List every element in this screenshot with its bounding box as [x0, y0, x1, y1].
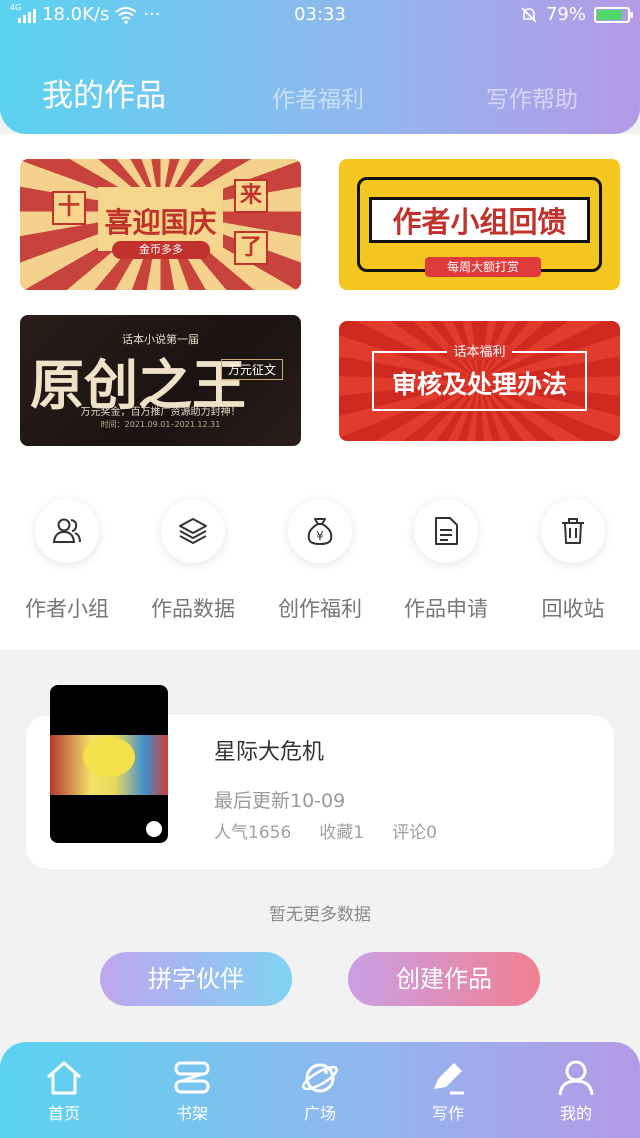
nav-write[interactable]: 写作: [408, 1058, 488, 1124]
cover-badge-icon: [146, 821, 162, 837]
profile-icon: [558, 1060, 594, 1096]
work-popularity: 人气1656: [214, 823, 292, 843]
quick-action-work-data[interactable]: 作品数据: [130, 499, 256, 623]
svg-text:¥: ¥: [316, 529, 324, 543]
quick-action-label: 作者小组: [25, 597, 109, 621]
work-favorites: 收藏1: [319, 823, 365, 843]
banner-review-rules[interactable]: 话本福利 审核及处理办法: [339, 321, 620, 441]
quick-action-label: 作品数据: [151, 597, 235, 621]
quick-action-label: 作品申请: [404, 597, 488, 621]
layers-icon: [179, 518, 207, 544]
document-icon: [435, 517, 458, 545]
status-bar: 4G 18.0K/s ··· 03:33 79%: [0, 0, 640, 32]
battery-percent: 79%: [545, 4, 586, 25]
quick-action-recycle-bin[interactable]: 回收站: [510, 499, 636, 623]
nav-label: 首页: [47, 1104, 80, 1123]
nav-home[interactable]: 首页: [24, 1058, 104, 1124]
battery-icon: [594, 6, 633, 23]
nav-label: 写作: [431, 1104, 464, 1123]
banner-top-text: 话本福利: [447, 345, 512, 360]
work-cover[interactable]: [50, 685, 168, 843]
money-bag-icon: ¥: [307, 518, 333, 546]
nav-plaza[interactable]: 广场: [280, 1058, 360, 1124]
quick-action-author-group[interactable]: 作者小组: [4, 499, 130, 623]
banner-title: 审核及处理办法: [391, 370, 567, 399]
banner-subtitle: 每周大额打赏: [425, 257, 541, 277]
home-icon: [47, 1061, 81, 1095]
tab-author-benefits[interactable]: 作者福利: [272, 80, 364, 114]
nav-label: 书架: [175, 1104, 208, 1123]
quick-action-work-application[interactable]: 作品申请: [383, 499, 509, 623]
trash-icon: [562, 518, 584, 544]
pen-icon: [434, 1063, 464, 1095]
nav-profile[interactable]: 我的: [536, 1058, 616, 1124]
battery-level: [597, 9, 623, 20]
banner-original-king[interactable]: 话本小说第一届 原创之王 万元征文 万元奖金，百万推广资源助力封神！ 时间：20…: [20, 315, 301, 446]
planet-icon: [302, 1063, 338, 1093]
create-work-button[interactable]: 创建作品: [348, 952, 540, 1006]
banner-line-1: 万元奖金，百万推广资源助力封神！: [80, 407, 241, 418]
header: 4G 18.0K/s ··· 03:33 79% 我的作品 作者福利 写作帮助: [0, 0, 640, 134]
mute-bell-icon: [521, 6, 537, 23]
work-title[interactable]: 星际大危机: [214, 734, 324, 766]
banner-subtitle: 金币多多: [112, 241, 210, 259]
bookshelf-icon: [174, 1061, 210, 1094]
banner-tag: 万元征文: [220, 359, 283, 380]
banner-national-day[interactable]: 十 来 了 喜迎国庆 金币多多: [20, 159, 301, 290]
nav-label: 广场: [303, 1104, 336, 1123]
banner-line-2: 时间：2021.09.01–2021.12.31: [100, 420, 221, 429]
work-last-update: 最后更新10-09: [214, 790, 346, 812]
quick-action-creative-benefits[interactable]: ¥ 创作福利: [257, 499, 383, 623]
work-comments: 评论0: [392, 823, 437, 843]
users-icon: [52, 518, 81, 543]
banner-title: 作者小组回馈: [392, 205, 567, 239]
nav-bookshelf[interactable]: 书架: [152, 1058, 232, 1124]
banner-title: 喜迎国庆: [104, 206, 217, 239]
tab-writing-help[interactable]: 写作帮助: [486, 80, 578, 114]
quick-action-label: 回收站: [541, 597, 605, 621]
nav-label: 我的: [559, 1104, 592, 1123]
quick-action-label: 创作福利: [278, 597, 362, 621]
promo-section: 十 来 了 喜迎国庆 金币多多 作者小组回馈 每周大额打赏 话本小说第一届 原创…: [0, 134, 640, 650]
writing-partner-button[interactable]: 拼字伙伴: [100, 952, 292, 1006]
tab-my-works[interactable]: 我的作品: [42, 70, 166, 115]
quick-actions: 作者小组 作品数据 ¥ 创作福利 作品申请 回收站: [0, 499, 640, 629]
banner-group-feedback[interactable]: 作者小组回馈 每周大额打赏: [339, 159, 620, 290]
work-stats: 人气1656 收藏1 评论0: [214, 818, 437, 843]
bottom-nav: 首页 书架 广场 写作 我的: [0, 1042, 640, 1138]
no-more-data: 暂无更多数据: [269, 905, 371, 925]
top-tabs: 我的作品 作者福利 写作帮助: [0, 66, 640, 116]
